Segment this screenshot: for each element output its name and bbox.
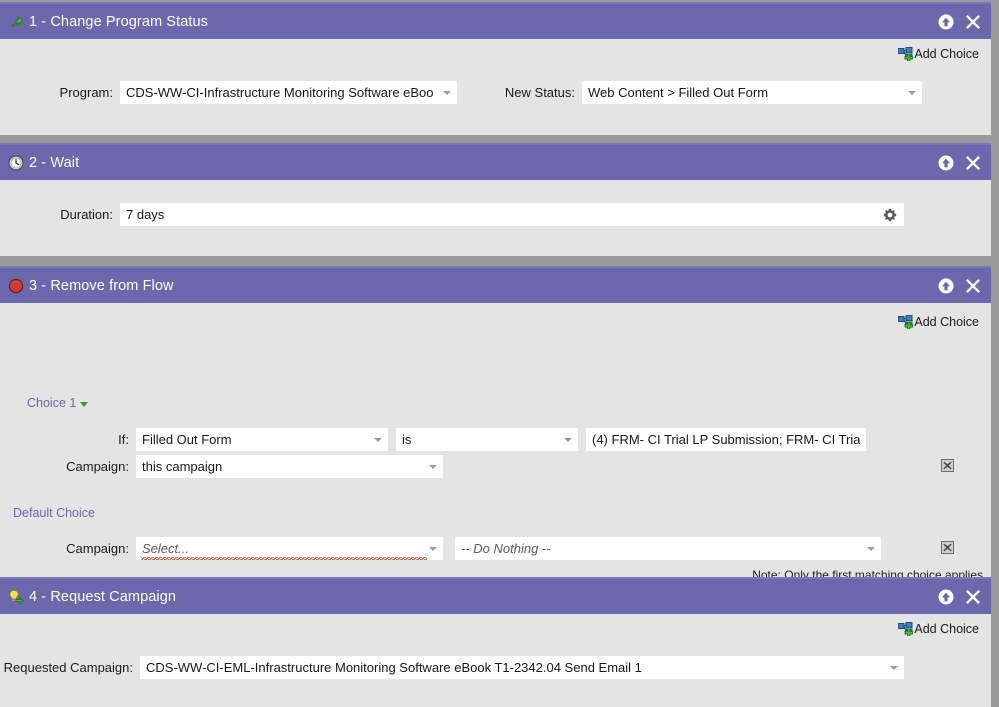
if-trigger-value: Filled Out Form [142, 432, 232, 447]
chevron-down-icon [564, 437, 572, 442]
default-choice-section-label: Default Choice [13, 506, 95, 520]
add-choice-label-4: Add Choice [914, 622, 979, 636]
collapse-icon[interactable] [938, 278, 954, 294]
chevron-down-icon [890, 665, 898, 670]
red-stop-icon [8, 278, 24, 294]
default-campaign-label: Campaign: [66, 541, 129, 556]
choice-campaign-select[interactable]: this campaign [136, 455, 443, 478]
default-campaign-select[interactable]: Select... [136, 537, 443, 560]
lightbulb-icon [8, 589, 24, 605]
collapse-icon[interactable] [938, 14, 954, 30]
duration-field[interactable]: 7 days [120, 203, 904, 226]
default-action-select[interactable]: -- Do Nothing -- [455, 537, 881, 560]
flow-step-editor: 1 - Change Program Status Add Choice Pro… [0, 0, 999, 707]
step-4-body: Add Choice Requested Campaign: CDS-WW-CI… [0, 614, 991, 707]
requested-campaign-value: CDS-WW-CI-EML-Infrastructure Monitoring … [146, 660, 642, 675]
choice-campaign-row: Campaign: this campaign [0, 455, 443, 478]
if-operand-field[interactable]: (4) FRM- CI Trial LP Submission; FRM- CI… [586, 428, 866, 451]
step-panel-3: 3 - Remove from Flow Add Choice Choice 1… [0, 266, 991, 577]
chevron-down-icon [867, 546, 875, 551]
step-1-header: 1 - Change Program Status [0, 2, 991, 39]
if-trigger-select[interactable]: Filled Out Form [136, 428, 388, 451]
requested-campaign-row: Requested Campaign: CDS-WW-CI-EML-Infras… [0, 656, 910, 679]
program-select[interactable]: CDS-WW-CI-Infrastructure Monitoring Soft… [120, 81, 457, 104]
step-2-title: 2 - Wait [29, 154, 80, 171]
default-choice-row: Campaign: Select... -- Do Nothing -- [0, 537, 881, 560]
if-label: If: [118, 432, 129, 447]
close-icon[interactable] [965, 278, 981, 294]
green-arrow-icon [8, 14, 24, 30]
matching-choice-note: Note: Only the first matching choice app… [752, 568, 983, 577]
collapse-icon[interactable] [938, 155, 954, 171]
if-operator-select[interactable]: is [396, 428, 578, 451]
choice-campaign-value: this campaign [142, 459, 223, 474]
chevron-down-icon [429, 546, 437, 551]
chevron-down-icon [443, 90, 451, 95]
step-3-body: Add Choice Choice 1 If: Filled Out Form … [0, 303, 991, 577]
chevron-down-icon [80, 401, 89, 407]
choice-1-label: Choice 1 [27, 396, 77, 410]
add-choice-label-1: Add Choice [914, 47, 979, 61]
new-status-row: New Status: Web Content > Filled Out For… [470, 81, 925, 104]
new-status-label: New Status: [504, 85, 575, 100]
duration-row: Duration: 7 days [0, 203, 910, 226]
choice-campaign-label: Campaign: [66, 459, 129, 474]
delete-default-choice-button[interactable] [941, 541, 954, 554]
add-choice-button-1[interactable]: Add Choice [898, 47, 979, 61]
step-1-body: Add Choice Program: CDS-WW-CI-Infrastruc… [0, 39, 991, 135]
add-choice-label-3: Add Choice [914, 315, 979, 329]
requested-campaign-select[interactable]: CDS-WW-CI-EML-Infrastructure Monitoring … [140, 656, 904, 679]
choice-1-toggle[interactable]: Choice 1 [27, 396, 89, 410]
step-1-header-actions [938, 4, 981, 39]
step-panel-2: 2 - Wait Duration: 7 days [0, 143, 991, 256]
step-2-body: Duration: 7 days [0, 180, 991, 256]
program-label: Program: [59, 85, 113, 100]
validation-error-underline [141, 557, 427, 560]
requested-campaign-label: Requested Campaign: [3, 660, 133, 675]
delete-choice-1-button[interactable] [941, 459, 954, 472]
step-3-title: 3 - Remove from Flow [29, 277, 174, 294]
program-row: Program: CDS-WW-CI-Infrastructure Monito… [0, 81, 460, 104]
new-status-value: Web Content > Filled Out Form [588, 85, 769, 100]
chevron-down-icon [908, 90, 916, 95]
clock-icon [8, 154, 24, 171]
step-panel-4: 4 - Request Campaign Add Choice Requeste… [0, 577, 991, 707]
collapse-icon[interactable] [938, 589, 954, 605]
if-row: If: Filled Out Form is (4) FRM- CI Trial… [0, 428, 866, 451]
close-icon[interactable] [965, 589, 981, 605]
step-4-title: 4 - Request Campaign [29, 588, 177, 605]
step-2-header-actions [938, 145, 981, 180]
step-panel-1: 1 - Change Program Status Add Choice Pro… [0, 2, 991, 135]
close-icon[interactable] [965, 155, 981, 171]
step-4-header: 4 - Request Campaign [0, 577, 991, 614]
add-choice-button-4[interactable]: Add Choice [898, 622, 979, 636]
gear-icon[interactable] [883, 208, 897, 225]
step-2-header: 2 - Wait [0, 143, 991, 180]
duration-label: Duration: [60, 207, 113, 222]
step-4-header-actions [938, 579, 981, 614]
step-3-header: 3 - Remove from Flow [0, 266, 991, 303]
chevron-down-icon [429, 464, 437, 469]
close-icon[interactable] [965, 14, 981, 30]
if-operand-value: (4) FRM- CI Trial LP Submission; FRM- CI… [592, 432, 860, 447]
default-action-value: -- Do Nothing -- [461, 541, 551, 556]
right-gutter [991, 0, 999, 707]
duration-value: 7 days [126, 207, 165, 222]
new-status-select[interactable]: Web Content > Filled Out Form [582, 81, 922, 104]
step-3-header-actions [938, 268, 981, 303]
add-choice-button-3[interactable]: Add Choice [898, 315, 979, 329]
if-operator-value: is [402, 432, 412, 447]
program-value: CDS-WW-CI-Infrastructure Monitoring Soft… [126, 85, 434, 100]
chevron-down-icon [374, 437, 382, 442]
default-campaign-placeholder: Select... [142, 541, 189, 556]
step-1-title: 1 - Change Program Status [29, 13, 209, 30]
